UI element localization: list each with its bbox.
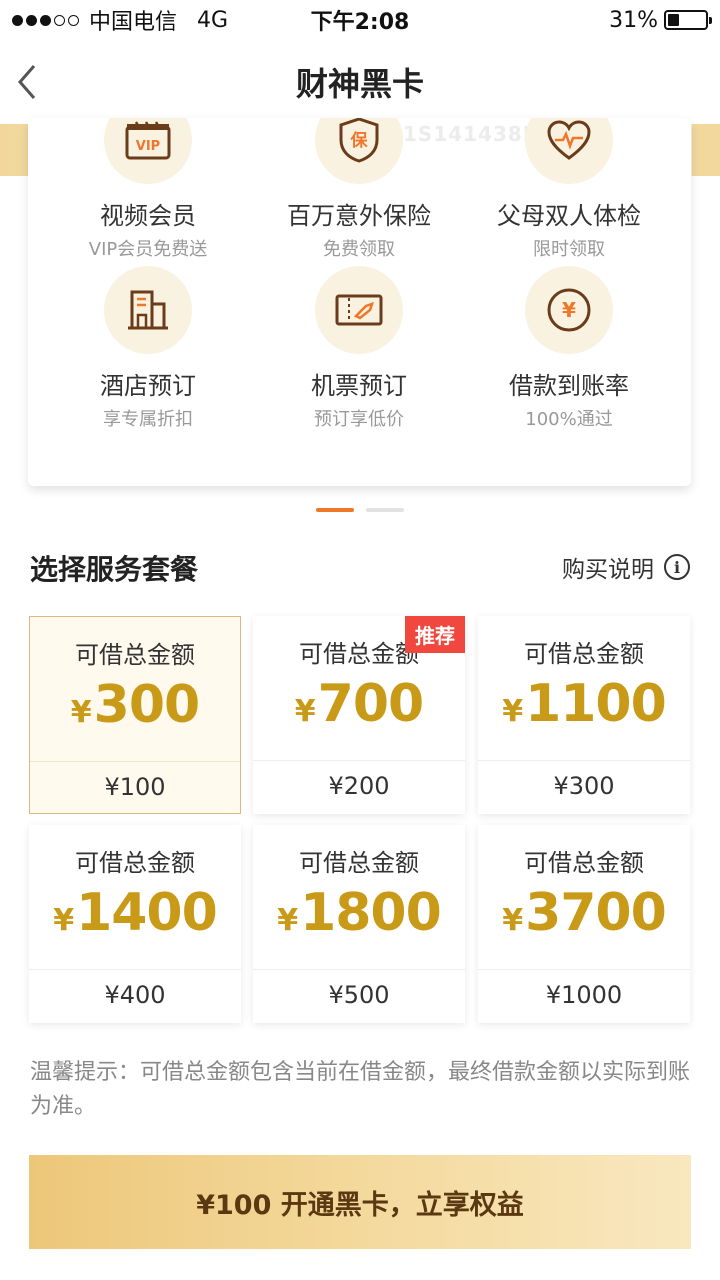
benefit-sub: VIP会员免费送 (88, 239, 208, 260)
svg-text:保: 保 (350, 130, 369, 151)
status-right: 31% (609, 7, 712, 33)
benefit-name: 借款到账率 (509, 372, 629, 400)
back-arrow-icon[interactable] (14, 62, 42, 102)
plan-label: 可借总金额 (524, 640, 644, 668)
benefit-name: 机票预订 (311, 372, 407, 400)
plan-divider (29, 969, 241, 970)
activate-card-button[interactable]: ¥100 开通黑卡，立享权益 (29, 1155, 691, 1249)
hotel-icon (104, 266, 192, 354)
insurance-shield-icon: 保 (315, 118, 403, 184)
plan-price: ¥300 (553, 772, 615, 800)
vip-video-icon: VIP (104, 118, 192, 184)
benefit-parents-checkup[interactable]: 父母双人体检 限时领取 (469, 118, 669, 261)
svg-text:¥: ¥ (562, 298, 576, 322)
benefit-sub: 预订享低价 (314, 409, 404, 430)
benefit-hotel[interactable]: 酒店预订 享专属折扣 (48, 266, 248, 431)
carousel-pager (0, 508, 720, 512)
plan-divider (253, 760, 465, 761)
benefit-name: 酒店预订 (100, 372, 196, 400)
plan-price: ¥1000 (545, 981, 623, 1009)
purchase-info-link[interactable]: 购买说明 i (562, 550, 690, 584)
benefit-name: 父母双人体检 (497, 202, 641, 230)
tip-text: 温馨提示：可借总金额包含当前在借金额，最终借款金额以实际到账为准。 (30, 1060, 691, 1119)
battery-icon (664, 10, 712, 30)
plan-card-1100[interactable]: 可借总金额 ¥1100 ¥300 (478, 616, 690, 814)
carrier-name: 中国电信 (89, 10, 178, 35)
status-bar: 中国电信 4G 下午2:08 31% (0, 0, 720, 40)
plan-price: ¥100 (104, 773, 166, 801)
benefit-name: 百万意外保险 (287, 202, 431, 230)
benefit-insurance[interactable]: 保 百万意外保险 免费领取 (259, 118, 459, 261)
benefit-name: 视频会员 (100, 202, 196, 230)
plan-amount: ¥300 (70, 675, 200, 735)
page-title: 财神黑卡 (295, 65, 424, 103)
plan-amount: ¥1400 (53, 883, 218, 943)
network-type: 4G (197, 7, 229, 33)
nav-bar: 财神黑卡 (0, 40, 720, 124)
pager-dot[interactable] (366, 508, 404, 512)
plan-divider (478, 969, 690, 970)
benefit-video-vip[interactable]: VIP 视频会员 VIP会员免费送 (48, 118, 248, 261)
plan-price: ¥400 (104, 981, 166, 1009)
flight-ticket-icon (315, 266, 403, 354)
plan-card-300[interactable]: 可借总金额 ¥300 ¥100 (29, 616, 241, 814)
benefit-sub: 100%通过 (525, 409, 613, 430)
plan-divider (253, 969, 465, 970)
plan-card-1400[interactable]: 可借总金额 ¥1400 ¥400 (29, 825, 241, 1023)
plan-divider (30, 761, 240, 762)
yen-coin-icon: ¥ (525, 266, 613, 354)
plan-price: ¥200 (328, 772, 390, 800)
plan-label: 可借总金额 (524, 849, 644, 877)
plan-amount: ¥700 (294, 674, 424, 734)
svg-text:VIP: VIP (136, 139, 160, 154)
battery-percent: 31% (609, 7, 658, 33)
status-left: 中国电信 4G (12, 4, 228, 36)
benefit-sub: 免费领取 (323, 239, 395, 260)
info-icon: i (664, 554, 690, 580)
benefit-sub: 享专属折扣 (103, 409, 193, 430)
purchase-info-label: 购买说明 (562, 557, 654, 583)
benefit-sub: 限时领取 (533, 239, 605, 260)
plan-divider (478, 760, 690, 761)
plan-amount: ¥3700 (502, 883, 667, 943)
benefit-loan-rate[interactable]: ¥ 借款到账率 100%通过 (469, 266, 669, 431)
plan-card-1800[interactable]: 可借总金额 ¥1800 ¥500 (253, 825, 465, 1023)
plan-label: 可借总金额 (75, 641, 195, 669)
benefits-card: 1S141438E27 VIP 视频会员 VIP会员免费送 保 百万意外保险 免… (28, 118, 691, 486)
plan-price: ¥500 (328, 981, 390, 1009)
pager-dot-active[interactable] (316, 508, 354, 512)
plan-label: 可借总金额 (299, 849, 419, 877)
plan-label: 可借总金额 (75, 849, 195, 877)
signal-strength-icon (12, 14, 79, 26)
recommended-badge: 推荐 (405, 616, 465, 653)
section-title: 选择服务套餐 (30, 553, 199, 586)
plan-amount: ¥1800 (277, 883, 442, 943)
plan-card-3700[interactable]: 可借总金额 ¥3700 ¥1000 (478, 825, 690, 1023)
plan-card-700[interactable]: 可借总金额 ¥700 ¥200 推荐 (253, 616, 465, 814)
benefit-flight[interactable]: 机票预订 预订享低价 (259, 266, 459, 431)
heart-checkup-icon (525, 118, 613, 184)
plan-amount: ¥1100 (502, 674, 667, 734)
